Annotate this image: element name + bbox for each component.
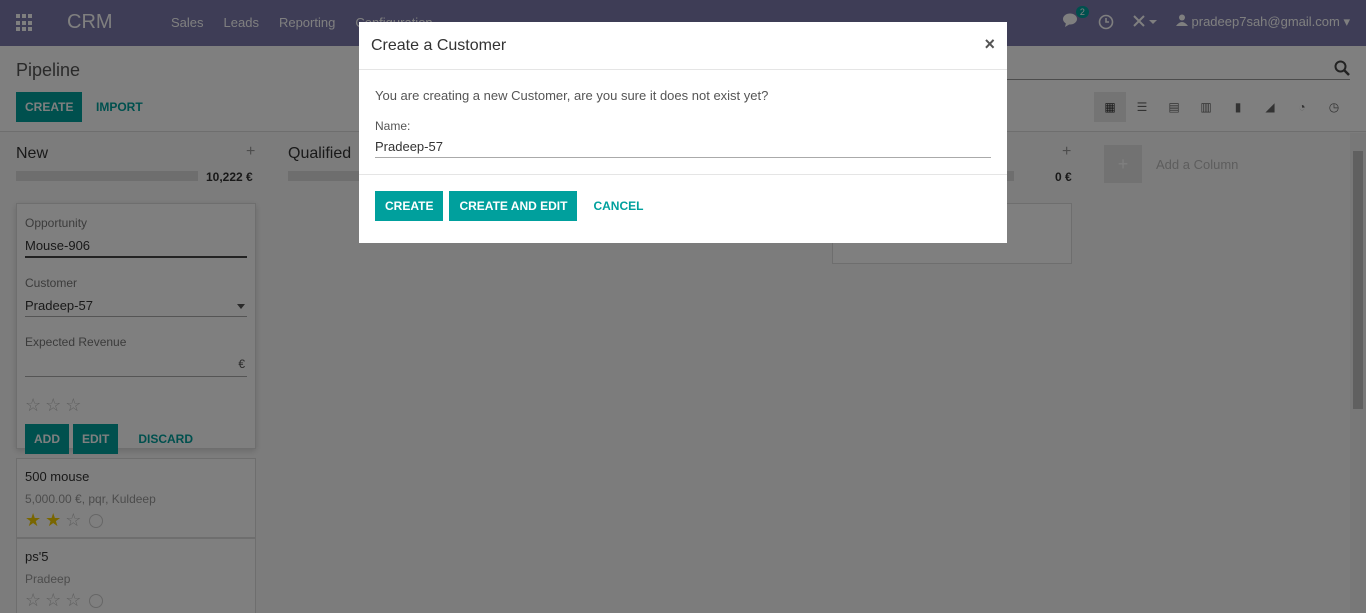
create-button[interactable]: CREATE: [375, 191, 444, 221]
modal-message: You are creating a new Customer, are you…: [375, 88, 769, 103]
create-and-edit-button[interactable]: CREATE AND EDIT: [449, 191, 578, 221]
modal-header: Create a Customer ×: [359, 22, 1007, 70]
close-icon[interactable]: ×: [984, 34, 995, 55]
cancel-button[interactable]: CANCEL: [593, 199, 643, 213]
name-field[interactable]: Pradeep-57: [375, 139, 991, 158]
modal-title: Create a Customer: [371, 37, 507, 54]
modal-footer: CREATE CREATE AND EDIT CANCEL: [359, 175, 1007, 237]
modal-body: You are creating a new Customer, are you…: [359, 70, 1007, 175]
create-customer-dialog: Create a Customer × You are creating a n…: [359, 22, 1007, 243]
name-label: Name:: [375, 119, 411, 133]
